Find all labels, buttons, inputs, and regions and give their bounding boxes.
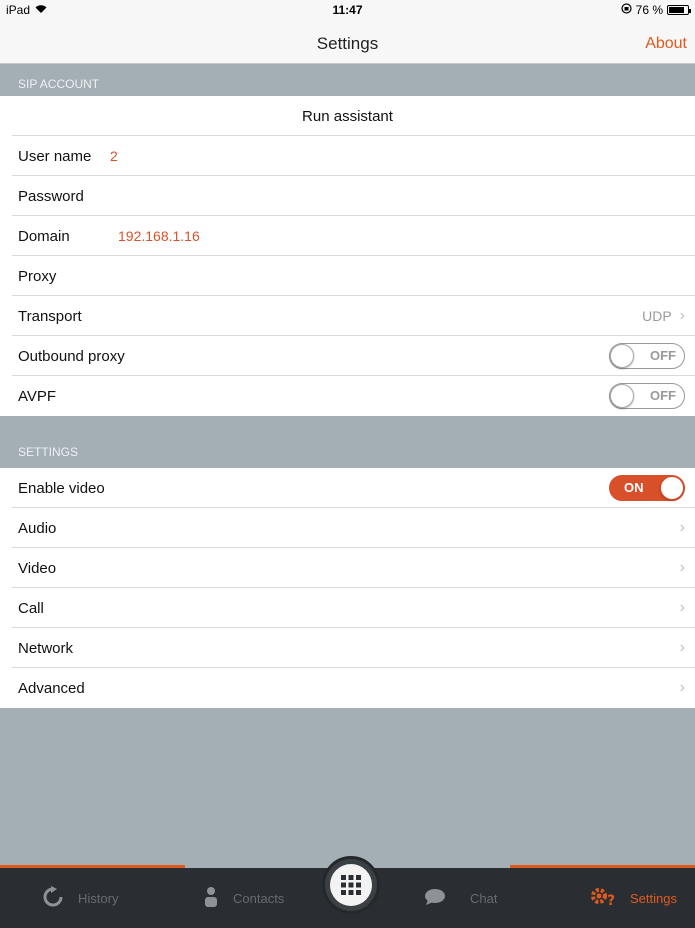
settings-gear-icon: ?: [590, 886, 616, 911]
svg-text:?: ?: [607, 893, 615, 908]
transport-value: UDP: [642, 308, 672, 324]
run-assistant-label: Run assistant: [302, 107, 393, 125]
username-row[interactable]: User name 2: [0, 136, 695, 176]
tab-settings-label: Settings: [630, 890, 677, 906]
tab-contacts[interactable]: Contacts: [203, 868, 284, 928]
proxy-label: Proxy: [18, 267, 57, 285]
network-label: Network: [18, 639, 74, 657]
call-chevron-group: ›: [680, 588, 685, 628]
enable-video-label: Enable video: [18, 479, 105, 497]
domain-label: Domain: [18, 227, 70, 245]
page-title: Settings: [316, 34, 379, 53]
transport-value-group: UDP ›: [642, 296, 685, 336]
password-label: Password: [18, 187, 84, 205]
nav-bar: Settings About: [0, 20, 695, 64]
toggle-knob: [610, 384, 634, 408]
audio-row[interactable]: Audio ›: [0, 508, 695, 548]
audio-label: Audio: [18, 519, 57, 537]
audio-chevron-group: ›: [680, 508, 685, 548]
dialpad-icon: [330, 864, 372, 906]
battery-icon: [667, 5, 691, 15]
toggle-state-text: ON: [624, 480, 644, 495]
settings-list: SIP ACCOUNT Run assistant User name 2 Pa…: [0, 64, 695, 708]
status-right: 76 %: [621, 3, 691, 17]
domain-row[interactable]: Domain 192.168.1.16: [0, 216, 695, 256]
tab-chat[interactable]: Chat: [424, 868, 497, 928]
enable-video-toggle[interactable]: ON: [609, 475, 685, 501]
status-time: 11:47: [332, 3, 363, 17]
advanced-label: Advanced: [18, 679, 85, 697]
enable-video-row: Enable video ON: [0, 468, 695, 508]
outbound-proxy-label: Outbound proxy: [18, 347, 125, 365]
tab-history-label: History: [78, 890, 119, 906]
avpf-control: OFF: [609, 376, 685, 416]
outbound-proxy-control: OFF: [609, 336, 685, 376]
outbound-proxy-toggle[interactable]: OFF: [609, 343, 685, 369]
chat-icon: [424, 888, 446, 909]
chevron-right-icon: ›: [679, 559, 685, 576]
password-row[interactable]: Password: [0, 176, 695, 216]
enable-video-control: ON: [609, 468, 685, 508]
outbound-proxy-row: Outbound proxy OFF: [0, 336, 695, 376]
chevron-right-icon: ›: [679, 519, 685, 536]
proxy-row[interactable]: Proxy: [0, 256, 695, 296]
dialer-button[interactable]: [322, 856, 380, 914]
tab-history[interactable]: History: [42, 868, 118, 928]
avpf-row: AVPF OFF: [0, 376, 695, 416]
toggle-state-text: OFF: [650, 388, 676, 403]
history-icon: [42, 885, 64, 911]
battery-percent: 76 %: [635, 3, 663, 17]
section-header-settings: SETTINGS: [0, 416, 695, 468]
avpf-toggle[interactable]: OFF: [609, 383, 685, 409]
network-row[interactable]: Network ›: [0, 628, 695, 668]
chevron-right-icon: ›: [679, 679, 685, 696]
network-chevron-group: ›: [680, 628, 685, 668]
video-row[interactable]: Video ›: [0, 548, 695, 588]
chevron-right-icon: ›: [679, 307, 685, 324]
chevron-right-icon: ›: [679, 639, 685, 656]
about-button[interactable]: About: [645, 35, 687, 53]
toggle-knob: [610, 344, 634, 368]
call-label: Call: [18, 599, 44, 617]
run-assistant-button[interactable]: Run assistant: [0, 96, 695, 136]
video-label: Video: [18, 559, 57, 577]
chevron-right-icon: ›: [679, 599, 685, 616]
status-bar: iPad 11:47 76 %: [0, 0, 695, 20]
toggle-state-text: OFF: [650, 348, 676, 363]
username-label: User name: [18, 147, 92, 165]
transport-row[interactable]: Transport UDP ›: [0, 296, 695, 336]
section-header-sip-account: SIP ACCOUNT: [0, 64, 695, 96]
advanced-chevron-group: ›: [680, 668, 685, 708]
domain-value[interactable]: 192.168.1.16: [118, 228, 200, 244]
video-chevron-group: ›: [680, 548, 685, 588]
advanced-row[interactable]: Advanced ›: [0, 668, 695, 708]
username-value[interactable]: 2: [110, 148, 118, 164]
avpf-label: AVPF: [18, 387, 57, 405]
call-row[interactable]: Call ›: [0, 588, 695, 628]
tab-contacts-label: Contacts: [233, 890, 285, 906]
transport-label: Transport: [18, 307, 82, 325]
tab-chat-label: Chat: [470, 890, 498, 906]
orientation-lock-icon: [621, 3, 632, 17]
contacts-icon: [203, 886, 219, 911]
tab-settings[interactable]: ? Settings: [590, 868, 677, 928]
tab-bar: History Contacts Chat ? Settings: [0, 856, 695, 928]
toggle-knob: [660, 476, 684, 500]
